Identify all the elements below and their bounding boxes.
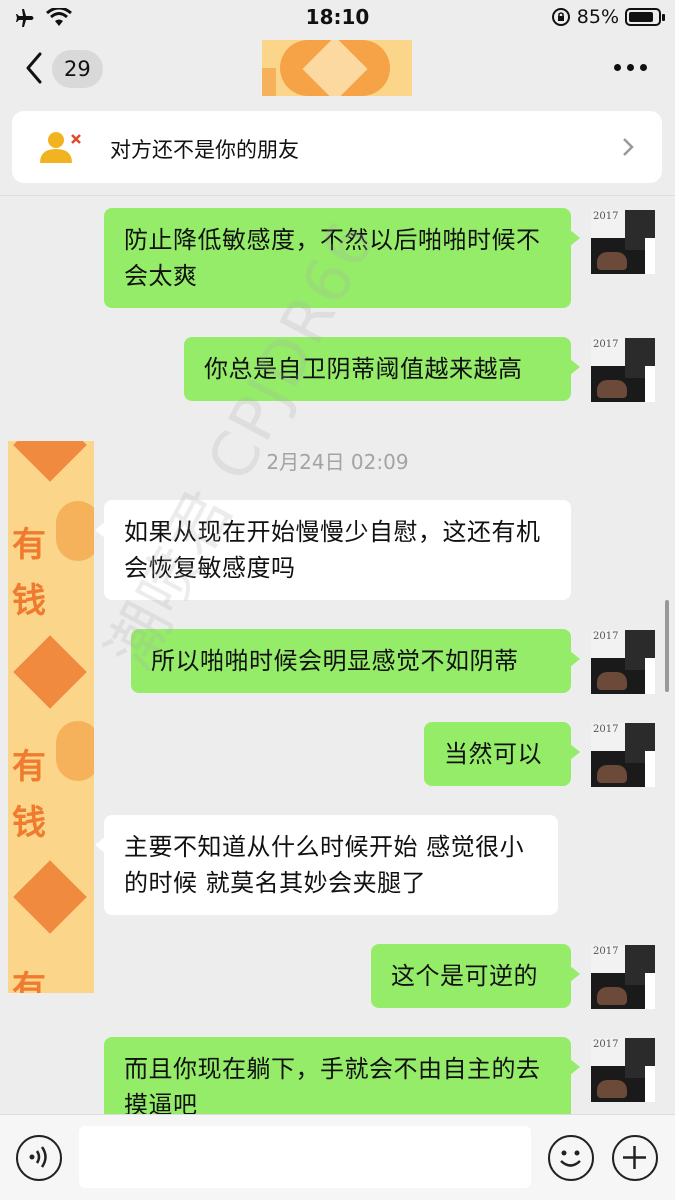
avatar-year: 2017 xyxy=(593,211,619,222)
status-bar: 18:10 85% xyxy=(0,0,675,36)
message-bubble-out[interactable]: 所以啪啪时候会明显感觉不如阴蒂 xyxy=(131,629,580,693)
message-bubble-in[interactable]: 如果从现在开始慢慢少自慰，这还有机会恢复敏感度吗 xyxy=(95,500,571,600)
strip-char-4: 钱 xyxy=(12,803,46,843)
strip-char-5: 有 xyxy=(12,969,46,993)
sender-avatar[interactable]: 有 钱 有 钱 有 xyxy=(8,441,94,993)
my-avatar[interactable]: 2017 xyxy=(591,945,655,1009)
contact-avatar[interactable] xyxy=(262,40,412,96)
strip-char-2: 钱 xyxy=(12,581,46,621)
my-avatar[interactable]: 2017 xyxy=(591,210,655,274)
message-bubble-out[interactable]: 这个是可逆的 xyxy=(371,944,580,1008)
avatar-year: 2017 xyxy=(593,724,619,735)
add-friend-icon xyxy=(40,132,81,163)
avatar-year: 2017 xyxy=(593,631,619,642)
not-friend-text: 对方还不是你的朋友 xyxy=(110,138,299,162)
avatar-year: 2017 xyxy=(593,339,619,350)
unread-count-badge[interactable]: 29 xyxy=(52,50,103,88)
message-input[interactable] xyxy=(79,1126,531,1188)
battery-percent: 85% xyxy=(576,6,619,28)
strip-char-1: 有 xyxy=(12,525,46,565)
avatar-year: 2017 xyxy=(593,1039,619,1050)
smiley-icon xyxy=(560,1150,581,1167)
input-bar xyxy=(0,1114,675,1200)
voice-icon xyxy=(29,1146,47,1168)
message-bubble-out[interactable]: 当然可以 xyxy=(424,722,580,786)
nav-bar: 29 xyxy=(0,36,675,102)
message-bubble-out[interactable]: 你总是自卫阴蒂阈值越来越高 xyxy=(184,337,580,401)
status-right: 85% xyxy=(551,6,665,28)
more-options-icon[interactable] xyxy=(614,64,647,71)
header-divider xyxy=(0,195,675,196)
avatar-year: 2017 xyxy=(593,946,619,957)
my-avatar[interactable]: 2017 xyxy=(591,338,655,402)
emoji-button[interactable] xyxy=(548,1135,594,1181)
back-chevron-icon[interactable] xyxy=(22,50,52,86)
my-avatar[interactable]: 2017 xyxy=(591,1038,655,1102)
plus-icon xyxy=(623,1146,646,1169)
battery-level xyxy=(629,12,653,22)
my-avatar[interactable]: 2017 xyxy=(591,630,655,694)
message-bubble-in[interactable]: 主要不知道从什么时候开始 感觉很小的时候 就莫名其妙会夹腿了 xyxy=(95,815,558,915)
battery-icon xyxy=(625,8,665,26)
my-avatar[interactable]: 2017 xyxy=(591,723,655,787)
voice-input-button[interactable] xyxy=(16,1135,62,1181)
timestamp-label: 2月24日 02:09 xyxy=(266,450,409,474)
message-bubble-out[interactable]: 防止降低敏感度，不然以后啪啪时候不会太爽 xyxy=(104,208,580,308)
chevron-right-icon xyxy=(623,138,634,156)
scrollbar[interactable] xyxy=(665,600,669,692)
rotation-lock-icon xyxy=(551,8,570,26)
more-functions-button[interactable] xyxy=(612,1135,658,1181)
not-friend-notice[interactable]: 对方还不是你的朋友 xyxy=(12,111,662,183)
strip-char-3: 有 xyxy=(12,747,46,787)
